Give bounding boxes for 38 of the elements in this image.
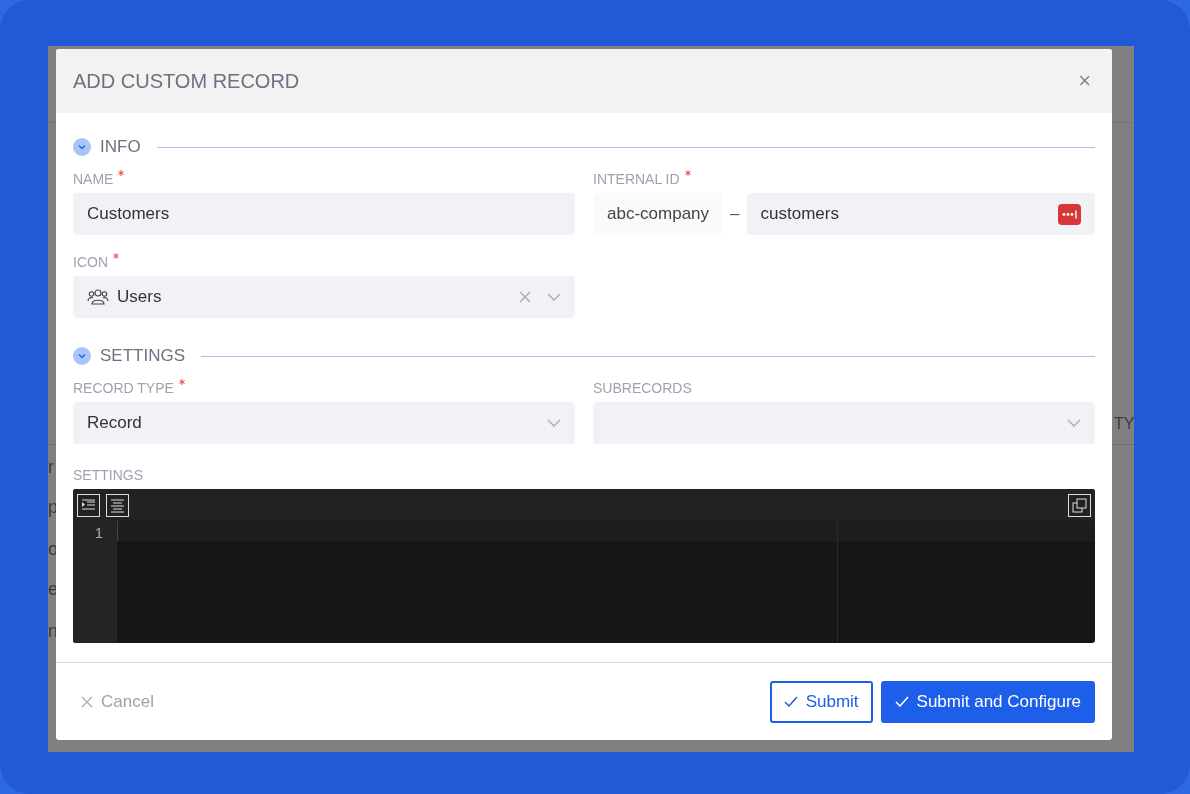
chevron-down-icon [547, 419, 561, 427]
name-input[interactable]: Customers [73, 193, 575, 235]
field-label: ICON [73, 253, 108, 272]
select-field[interactable] [593, 402, 1095, 444]
code-editor[interactable]: 1 [73, 489, 1095, 643]
select-field[interactable]: Users [73, 276, 575, 318]
field-label: NAME [73, 170, 114, 189]
chevron-icon [77, 351, 87, 361]
section-title: INFO [100, 136, 141, 159]
dialog-title: ADD CUSTOM RECORD [73, 69, 300, 94]
select-field[interactable]: Record [73, 402, 575, 444]
field-label: RECORD TYPE [73, 379, 174, 398]
collapse-toggle[interactable] [73, 138, 91, 156]
field-label: INTERNAL ID [593, 170, 680, 189]
separator-text: – [729, 203, 741, 226]
select-value: Users [117, 286, 163, 309]
chevron-icon [77, 142, 87, 152]
submit-button[interactable]: Submit [769, 680, 873, 723]
backdrop-text: r [48, 458, 54, 476]
fullscreen-icon [1068, 493, 1091, 517]
submit-configure-button[interactable]: Submit and Configure [880, 680, 1095, 723]
select-value: Record [87, 412, 143, 435]
line-number: 1 [93, 523, 104, 542]
internal-id-input[interactable]: customers [746, 193, 1095, 235]
check-icon [894, 696, 909, 707]
backdrop-text: TY [1114, 416, 1135, 432]
align-center-icon [106, 493, 129, 517]
id-prefix: abc-company [593, 193, 724, 235]
collapse-toggle[interactable] [73, 347, 91, 365]
password-dots-icon [1058, 203, 1081, 225]
field-label: SETTINGS [73, 466, 143, 485]
chevron-down-icon [547, 293, 561, 301]
section-title: SETTINGS [100, 345, 185, 368]
chevron-down-icon [1067, 419, 1081, 427]
close-icon [81, 695, 93, 708]
check-icon [783, 696, 798, 707]
indent-icon [77, 493, 100, 517]
field-label: SUBRECORDS [593, 379, 692, 398]
